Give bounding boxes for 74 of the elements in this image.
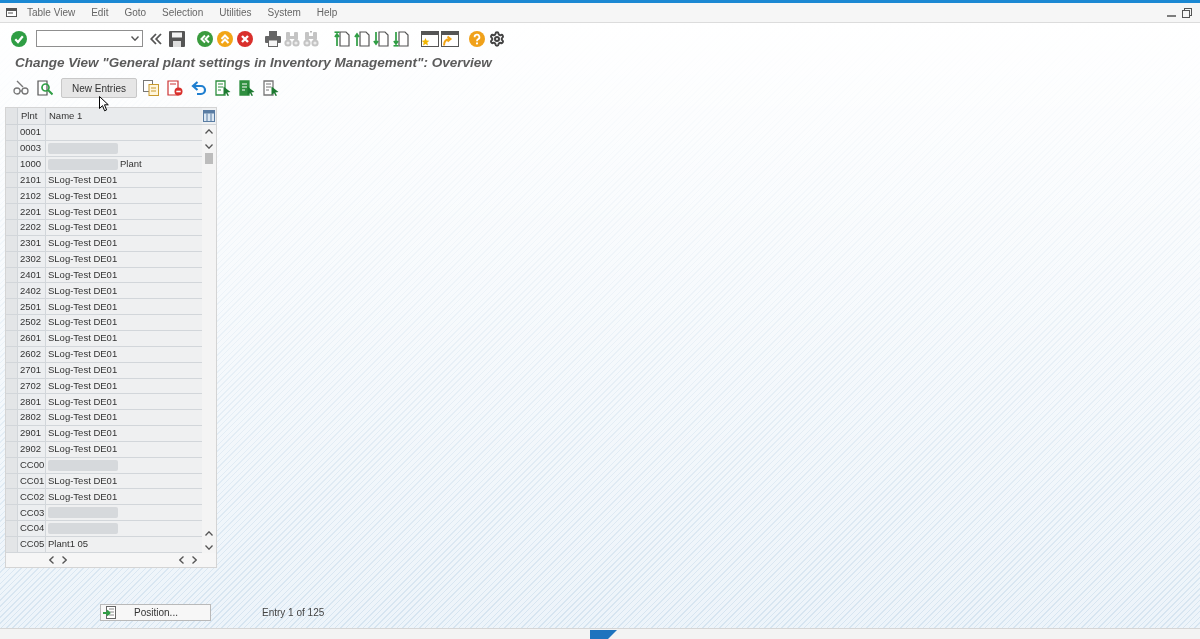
chevron-down-icon[interactable] bbox=[205, 144, 213, 149]
menu-item[interactable]: Selection bbox=[162, 6, 204, 19]
chevron-right-icon[interactable] bbox=[192, 555, 197, 564]
new-entries-button[interactable]: New Entries bbox=[61, 78, 137, 98]
table-cell: SLog-Test DE01 bbox=[46, 220, 202, 236]
printer-icon[interactable] bbox=[265, 30, 281, 47]
up-icon[interactable] bbox=[217, 30, 233, 47]
menu-item[interactable]: Goto bbox=[124, 6, 147, 19]
table-cell: 2802 bbox=[18, 410, 46, 427]
scrollbar-thumb[interactable] bbox=[205, 153, 213, 164]
table-cell: 2801 bbox=[18, 394, 46, 411]
table-cell: SLog-Test DE01 bbox=[46, 315, 202, 331]
command-field[interactable] bbox=[36, 30, 143, 47]
table-settings-icon[interactable] bbox=[203, 110, 215, 122]
double-chevron-left-icon[interactable] bbox=[150, 32, 162, 45]
table-cell: 2102 bbox=[18, 188, 46, 205]
table-cell: CC03 bbox=[18, 505, 46, 522]
chevron-down-icon[interactable] bbox=[205, 544, 213, 550]
chevron-right-icon[interactable] bbox=[62, 555, 67, 564]
next-page-icon[interactable] bbox=[373, 30, 389, 47]
settings-icon[interactable] bbox=[489, 30, 505, 47]
chevron-down-icon[interactable] bbox=[131, 36, 139, 41]
table-cell: SLog-Test DE01 bbox=[46, 204, 202, 221]
document-pointer-icon[interactable] bbox=[215, 80, 231, 96]
chevron-up-icon[interactable] bbox=[205, 530, 213, 536]
table-cell: SLog-Test DE01 bbox=[46, 410, 202, 427]
chevron-left-icon[interactable] bbox=[179, 555, 184, 564]
logo-icon bbox=[590, 630, 617, 639]
cell-text: Plant bbox=[120, 157, 142, 171]
table-cell: CC04 bbox=[18, 521, 46, 537]
menu-item[interactable]: Table View bbox=[27, 6, 76, 19]
restore-icon[interactable] bbox=[1182, 7, 1192, 18]
filled-document-pointer-icon[interactable] bbox=[239, 80, 255, 96]
binoculars-icon[interactable] bbox=[303, 30, 319, 47]
select-all-cell[interactable] bbox=[6, 108, 18, 124]
menu-item[interactable]: Utilities bbox=[219, 6, 252, 19]
check-icon[interactable] bbox=[11, 30, 27, 47]
glasses-pencil-icon[interactable] bbox=[13, 80, 29, 96]
previous-page-icon[interactable] bbox=[354, 30, 370, 47]
first-page-icon[interactable] bbox=[334, 30, 350, 47]
copy-icon[interactable] bbox=[143, 80, 159, 96]
table-cell: 2202 bbox=[18, 220, 46, 236]
table-cell: 2201 bbox=[18, 204, 46, 221]
position-button[interactable]: Position... bbox=[100, 603, 211, 621]
entry-count: Entry 1 of 125 bbox=[262, 605, 325, 620]
table-cell: SLog-Test DE01 bbox=[46, 394, 202, 411]
document-minus-icon[interactable] bbox=[167, 80, 183, 96]
table-cell: 2501 bbox=[18, 299, 46, 316]
menu-icon[interactable] bbox=[6, 8, 17, 17]
table-cell: SLog-Test DE01 bbox=[46, 489, 202, 506]
menu-item[interactable]: Help bbox=[316, 6, 338, 19]
table-cell: CC02 bbox=[18, 489, 46, 506]
table-cell: SLog-Test DE01 bbox=[46, 426, 202, 442]
column-header[interactable]: Plnt bbox=[18, 108, 46, 124]
table-cell: SLog-Test DE01 bbox=[46, 188, 202, 205]
back-icon[interactable] bbox=[197, 30, 213, 47]
last-page-icon[interactable] bbox=[393, 30, 409, 47]
chevron-up-icon[interactable] bbox=[205, 129, 213, 134]
menu-item[interactable]: System bbox=[267, 6, 301, 19]
menu-item[interactable]: Edit bbox=[91, 6, 109, 19]
table-cell: 0001 bbox=[18, 125, 46, 141]
document-magnifier-icon[interactable] bbox=[37, 80, 53, 96]
column-header[interactable]: Name 1 bbox=[46, 108, 202, 124]
undo-icon[interactable] bbox=[191, 80, 207, 96]
save-icon[interactable] bbox=[169, 30, 185, 47]
chevron-left-icon[interactable] bbox=[49, 555, 54, 564]
table-cell: 2502 bbox=[18, 315, 46, 331]
cancel-icon[interactable] bbox=[237, 30, 253, 47]
document-pointer-icon[interactable] bbox=[263, 80, 279, 96]
table-cell: 2402 bbox=[18, 283, 46, 300]
table-cell: 2901 bbox=[18, 426, 46, 442]
table-cell: SLog-Test DE01 bbox=[46, 299, 202, 316]
screen-title: Change View "General plant settings in Inventory Management": Overview bbox=[15, 54, 492, 71]
table-cell: SLog-Test DE01 bbox=[46, 283, 202, 300]
